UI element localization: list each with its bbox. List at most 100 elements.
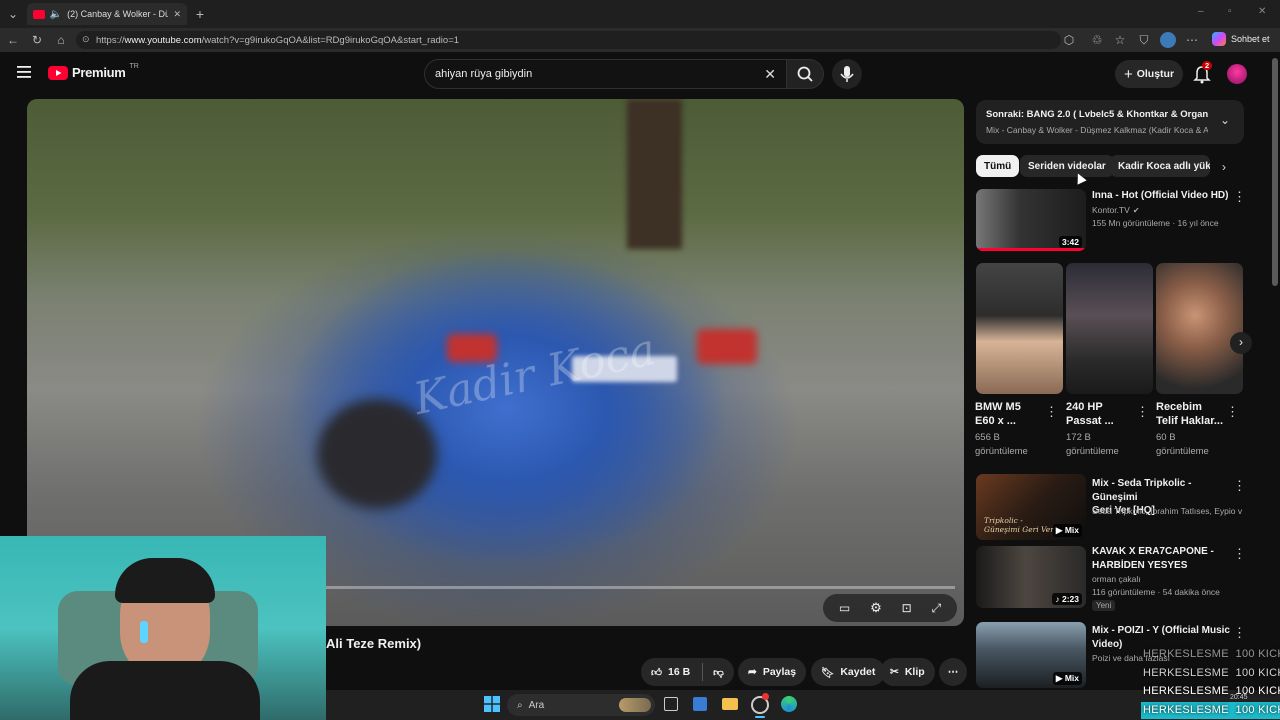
mix-badge: ▶ Mix xyxy=(1052,672,1082,685)
youtube-favicon-icon xyxy=(33,9,45,19)
clip-button[interactable]: ✂ Klip xyxy=(880,658,935,686)
like-button[interactable]: 👍︎ 16 B 👎︎ xyxy=(641,658,734,686)
browser-tab-active[interactable]: 🔈 (2) Canbay & Wolker - Düşme ✕ xyxy=(27,3,187,25)
favorites-icon[interactable]: ☆ xyxy=(1113,33,1127,47)
tab-actions-icon[interactable]: ⌄ xyxy=(6,7,20,21)
address-bar[interactable]: ⊙ https://www.youtube.com/watch?v=g9iruk… xyxy=(76,31,1061,49)
settings-gear-icon[interactable]: ⚙ xyxy=(870,600,882,616)
short-title[interactable]: 240 HP Passat ... xyxy=(1066,400,1114,428)
recommended-title[interactable]: Mix - POIZI - Y (Official Music Video) xyxy=(1092,624,1232,651)
search-button[interactable] xyxy=(786,59,824,89)
more-vert-icon[interactable]: ⋮ xyxy=(1233,547,1246,560)
minimize-icon[interactable]: – xyxy=(1198,6,1204,17)
shorts-next-icon[interactable]: › xyxy=(1230,332,1252,354)
short-views-count: 172 B xyxy=(1066,432,1091,443)
short-title-line: BMW M5 xyxy=(975,401,1021,413)
chip-uploader[interactable]: Kadir Koca adlı yükle xyxy=(1110,155,1210,177)
edge-icon[interactable] xyxy=(781,696,797,712)
page-scrollbar[interactable] xyxy=(1272,58,1278,286)
menu-icon[interactable] xyxy=(17,66,31,78)
more-vert-icon[interactable]: ⋮ xyxy=(1045,405,1058,418)
task-view-icon[interactable] xyxy=(664,697,678,711)
copilot-button[interactable]: Sohbet et xyxy=(1212,32,1270,46)
app-icon[interactable] xyxy=(751,693,769,714)
recommended-title[interactable]: KAVAK X ERA7CAPONE - HARBİDEN YESYES xyxy=(1092,545,1232,572)
more-vert-icon[interactable]: ⋮ xyxy=(1136,405,1149,418)
video-progress-bar[interactable] xyxy=(290,586,955,589)
overlay-left: HERKESLESME xyxy=(1143,704,1229,716)
site-info-icon[interactable]: ⊙ xyxy=(82,34,90,45)
overlay-left: HERKESLESME xyxy=(1143,685,1229,697)
duration-label: 2:23 xyxy=(1061,594,1079,604)
file-explorer-icon[interactable] xyxy=(722,698,738,710)
chip-all[interactable]: Tümü xyxy=(976,155,1020,177)
short-title[interactable]: Recebim Telif Haklar... xyxy=(1156,400,1223,428)
logo-text: Premium xyxy=(72,65,126,80)
subtitles-icon[interactable]: ▭ xyxy=(839,601,850,615)
short-title-line: Recebim xyxy=(1156,401,1202,413)
more-vert-icon[interactable]: ⋮ xyxy=(1233,190,1246,203)
notification-badge: 2 xyxy=(1202,61,1213,70)
title-line: Mix - POIZI - Y (Official Music xyxy=(1092,625,1230,636)
chevron-right-icon[interactable]: › xyxy=(1222,160,1226,174)
store-icon[interactable] xyxy=(693,697,707,711)
home-icon[interactable]: ⌂ xyxy=(54,33,68,47)
create-button[interactable]: + Oluştur xyxy=(1115,60,1183,88)
search-input[interactable]: ahiyan rüya gibiydin ✕ xyxy=(424,59,787,89)
video-thumbnail[interactable]: 3:42 xyxy=(976,189,1086,251)
mix-thumbnail[interactable]: Tripkolic - Güneşimi Geri Ver ▶ Mix xyxy=(976,474,1086,540)
recommended-meta: 155 Mn görüntüleme · 16 yıl önce xyxy=(1092,218,1219,228)
windows-start-icon[interactable] xyxy=(484,696,500,712)
bookmark-icon: 🔖︎ xyxy=(821,666,835,679)
user-avatar[interactable] xyxy=(1227,64,1247,84)
theater-mode-icon[interactable]: ⊡ xyxy=(902,601,912,615)
logo-region: TR xyxy=(129,63,139,70)
mix-badge-label: Mix xyxy=(1064,673,1079,683)
profile-avatar[interactable] xyxy=(1160,32,1176,48)
thumbs-down-icon[interactable]: 👎︎ xyxy=(713,666,724,679)
more-icon[interactable]: ⋯ xyxy=(1185,33,1199,47)
new-tab-icon[interactable]: + xyxy=(193,7,207,21)
active-app-indicator xyxy=(755,716,765,718)
browser-tab-bar: ⌄ 🔈 (2) Canbay & Wolker - Düşme ✕ + – ▫ … xyxy=(0,0,1280,28)
chip-series-videos[interactable]: Seriden videolar xyxy=(1020,155,1114,177)
save-button[interactable]: 🔖︎ Kaydet xyxy=(811,658,886,686)
app-badge xyxy=(762,693,769,700)
window-close-icon[interactable]: ✕ xyxy=(1258,6,1266,17)
recommended-channel[interactable]: Kontor.TV ✔ xyxy=(1092,204,1140,217)
fullscreen-icon[interactable]: ⤢ xyxy=(931,601,941,616)
youtube-logo[interactable]: Premium TR xyxy=(48,63,139,80)
short-title-line: E60 x ... xyxy=(975,415,1016,427)
share-button[interactable]: ➦ Paylaş xyxy=(738,658,807,686)
stream-overlay-line: HERKESLESME 100 KICKS xyxy=(1143,685,1280,697)
thumb-caption: Tripkolic - Güneşimi Geri Ver xyxy=(984,516,1054,534)
back-icon[interactable]: ← xyxy=(6,33,20,47)
mix-thumbnail[interactable]: ▶ Mix xyxy=(976,622,1086,688)
more-vert-icon[interactable]: ⋮ xyxy=(1233,479,1246,492)
browser-essentials-icon[interactable]: ♲ xyxy=(1090,33,1104,47)
chevron-down-icon[interactable]: ⌄ xyxy=(1220,113,1230,127)
extensions-icon[interactable]: ⬡ xyxy=(1062,33,1076,47)
title-line: KAVAK X ERA7CAPONE - xyxy=(1092,546,1214,557)
recommended-channel[interactable]: orman çakalı xyxy=(1092,573,1141,586)
voice-search-button[interactable] xyxy=(832,59,862,89)
reload-icon[interactable]: ↻ xyxy=(30,33,44,47)
short-thumbnail[interactable] xyxy=(1156,263,1243,394)
more-vert-icon[interactable]: ⋮ xyxy=(1233,626,1246,639)
more-vert-icon[interactable]: ⋮ xyxy=(1226,405,1239,418)
short-thumbnail[interactable] xyxy=(976,263,1063,394)
clear-search-icon[interactable]: ✕ xyxy=(764,66,776,83)
tab-close-icon[interactable]: ✕ xyxy=(173,9,181,20)
video-thumbnail[interactable]: ♪ 2:23 xyxy=(976,546,1086,608)
more-actions-button[interactable]: ⋯ xyxy=(939,658,967,686)
copilot-icon xyxy=(1212,32,1226,46)
short-thumbnail[interactable] xyxy=(1066,263,1153,394)
maximize-icon[interactable]: ▫ xyxy=(1228,6,1232,17)
speaker-icon[interactable]: 🔈 xyxy=(50,9,62,20)
notifications-button[interactable]: 2 xyxy=(1193,61,1213,84)
recommended-title[interactable]: Inna - Hot (Official Video HD) xyxy=(1092,189,1232,203)
short-title[interactable]: BMW M5 E60 x ... xyxy=(975,400,1021,428)
taskbar-search[interactable]: ⌕ Ara xyxy=(507,694,655,716)
shield-icon[interactable]: ⛉ xyxy=(1137,33,1151,47)
playlist-next-panel[interactable]: Sonraki: BANG 2.0 ( Lvbelc5 & Khontkar &… xyxy=(976,100,1244,144)
